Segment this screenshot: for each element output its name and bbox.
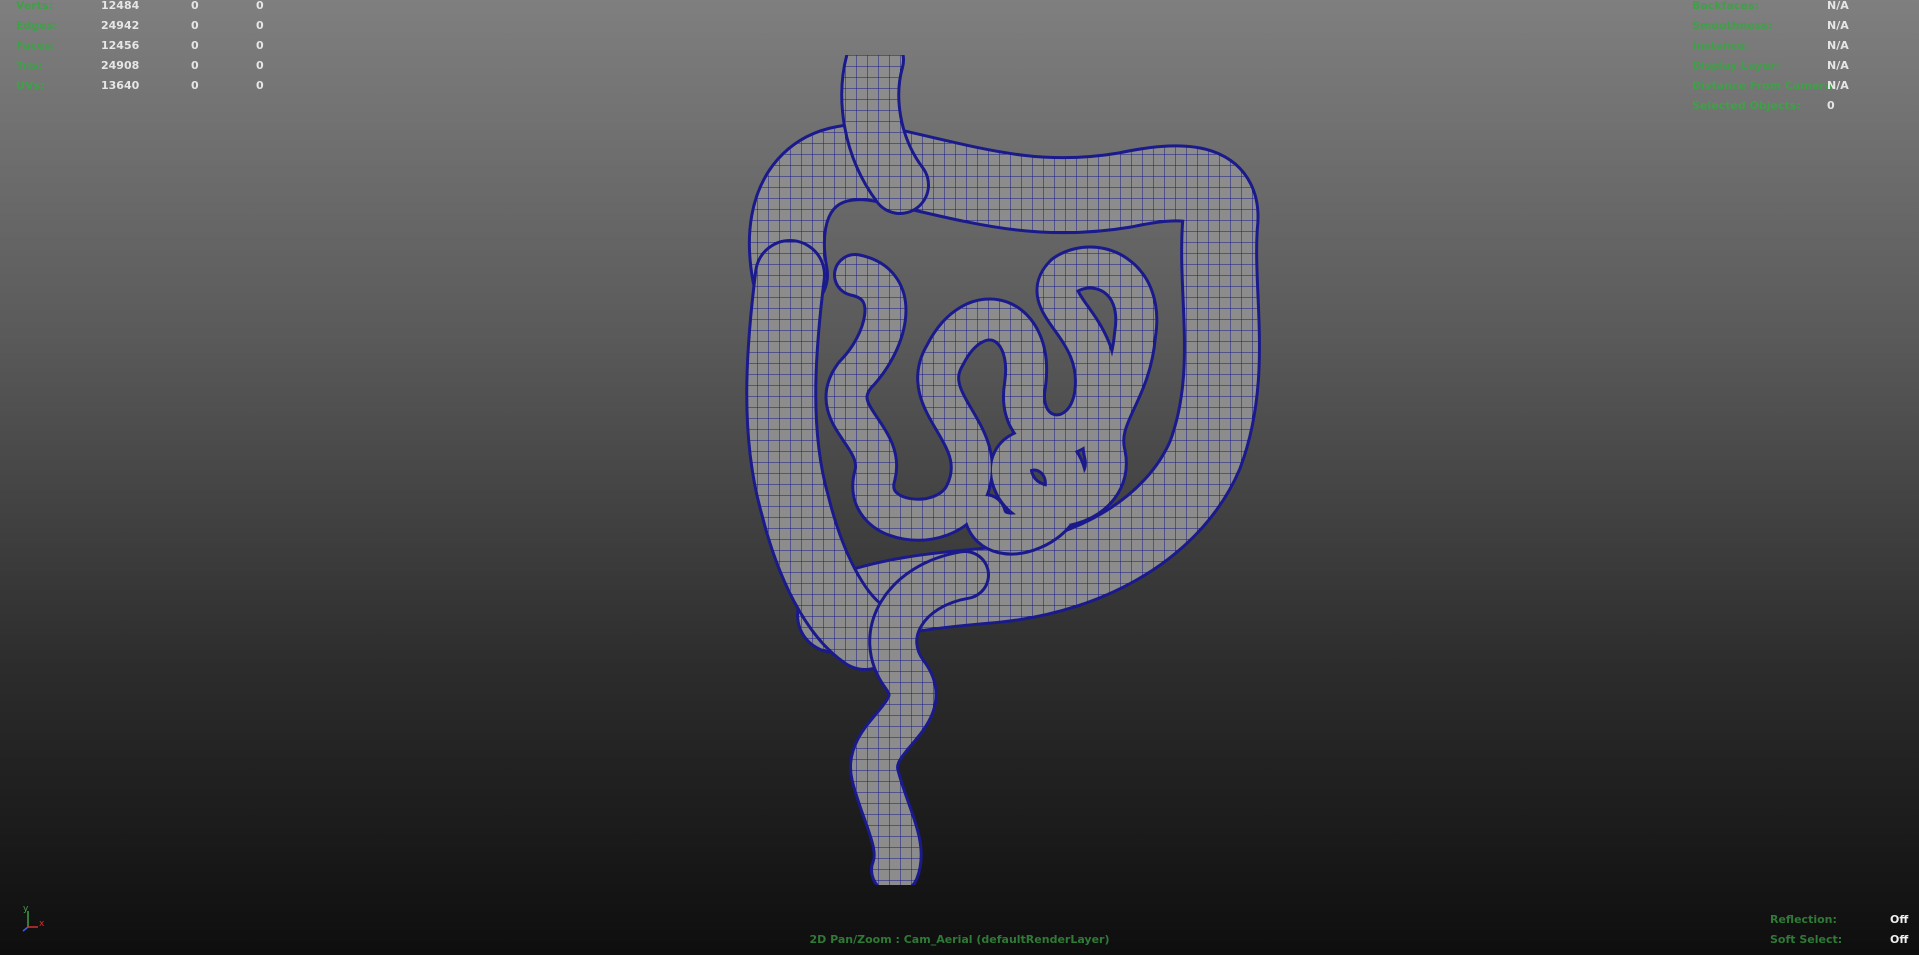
info-label: Instance:: [1692, 39, 1750, 52]
stats-value: 0: [191, 19, 199, 32]
info-label: Distance From Camera:: [1692, 79, 1837, 92]
info-value: 0: [1827, 99, 1835, 112]
stats-value: 0: [191, 79, 199, 92]
toggle-value: Off: [1890, 933, 1909, 946]
stats-value: 24942: [101, 19, 140, 32]
axis-x-label: x: [39, 919, 45, 929]
stats-value: 0: [256, 0, 264, 12]
info-label: Display Layer:: [1692, 59, 1780, 72]
stats-label: Edges:: [16, 19, 58, 32]
poly-count-hud: Verts: 12484 0 0 Edges: 24942 0 0 Faces:…: [16, 0, 276, 96]
stats-value: 0: [191, 39, 199, 52]
stats-label: UVs:: [16, 79, 45, 92]
toggle-value: Off: [1890, 913, 1909, 926]
info-row-smoothness: Smoothness: N/A: [1692, 16, 1912, 36]
info-row-backfaces: Backfaces: N/A: [1692, 0, 1912, 16]
object-info-hud: Backfaces: N/A Smoothness: N/A Instance:…: [1692, 0, 1912, 116]
intestine-wireframe-model[interactable]: [735, 55, 1275, 885]
stats-value: 12456: [101, 39, 140, 52]
stats-label: Verts:: [16, 0, 54, 12]
stats-label: Faces:: [16, 39, 56, 52]
info-value: N/A: [1827, 59, 1849, 72]
stats-row-edges: Edges: 24942 0 0: [16, 16, 276, 36]
viewport-toggles-hud: Reflection: Off Soft Select: Off: [1770, 910, 1910, 950]
toggle-row-soft-select: Soft Select: Off: [1770, 930, 1910, 950]
info-row-instance: Instance: N/A: [1692, 36, 1912, 56]
stats-value: 0: [191, 59, 199, 72]
stats-value: 0: [256, 59, 264, 72]
stats-row-faces: Faces: 12456 0 0: [16, 36, 276, 56]
axis-y-label: y: [23, 904, 29, 914]
stats-row-verts: Verts: 12484 0 0: [16, 0, 276, 16]
stats-value: 0: [256, 39, 264, 52]
stats-value: 0: [191, 0, 199, 12]
info-row-selected-objects: Selected Objects: 0: [1692, 96, 1912, 116]
toggle-label: Soft Select:: [1770, 933, 1843, 946]
info-value: N/A: [1827, 0, 1849, 12]
stats-value: 24908: [101, 59, 140, 72]
stats-label: Tris:: [16, 59, 43, 72]
toggle-row-reflection: Reflection: Off: [1770, 910, 1910, 930]
info-value: N/A: [1827, 39, 1849, 52]
stats-value: 0: [256, 19, 264, 32]
info-label: Backfaces:: [1692, 0, 1759, 12]
info-value: N/A: [1827, 19, 1849, 32]
toggle-label: Reflection:: [1770, 913, 1837, 926]
info-value: N/A: [1827, 79, 1849, 92]
stats-row-tris: Tris: 24908 0 0: [16, 56, 276, 76]
stats-value: 13640: [101, 79, 140, 92]
stats-value: 12484: [101, 0, 140, 12]
info-label: Smoothness:: [1692, 19, 1773, 32]
stats-value: 0: [256, 79, 264, 92]
info-row-distance: Distance From Camera: N/A: [1692, 76, 1912, 96]
stats-row-uvs: UVs: 13640 0 0: [16, 76, 276, 96]
info-row-display-layer: Display Layer: N/A: [1692, 56, 1912, 76]
axis-gizmo-icon: y x: [22, 904, 45, 932]
camera-label: 2D Pan/Zoom : Cam_Aerial (defaultRenderL…: [809, 933, 1110, 946]
info-label: Selected Objects:: [1692, 99, 1801, 112]
